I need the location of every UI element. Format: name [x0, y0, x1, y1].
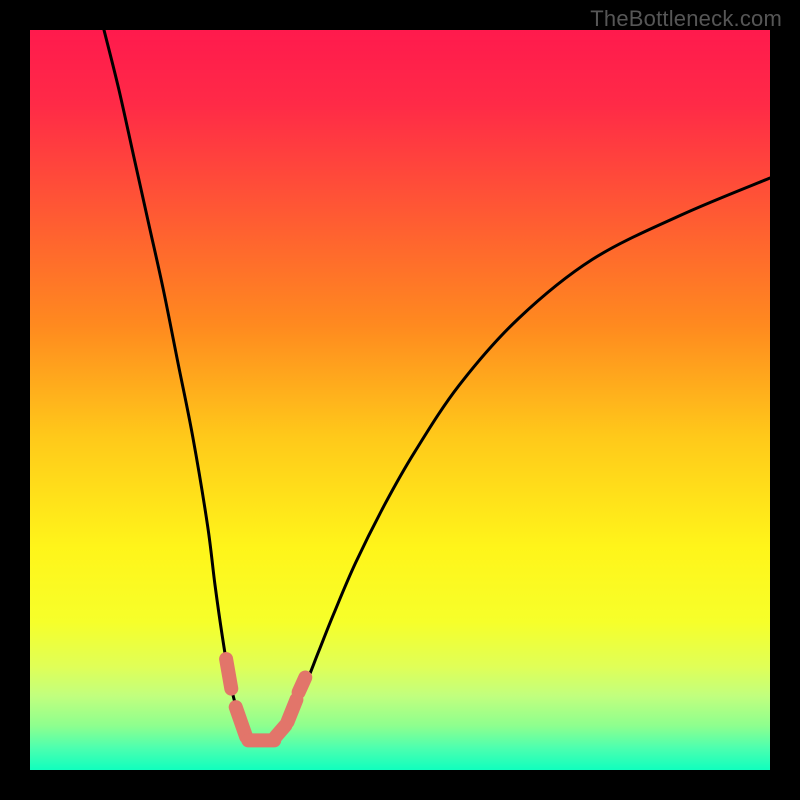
marker-segment	[299, 678, 306, 693]
plot-area	[30, 30, 770, 770]
curve-layer	[30, 30, 770, 770]
watermark-text: TheBottleneck.com	[590, 6, 782, 32]
marker-segments	[226, 659, 305, 740]
bottleneck-curve	[104, 30, 770, 745]
marker-segment	[288, 700, 297, 722]
marker-segment	[226, 659, 231, 689]
chart-container: TheBottleneck.com	[0, 0, 800, 800]
marker-segment	[236, 707, 246, 737]
